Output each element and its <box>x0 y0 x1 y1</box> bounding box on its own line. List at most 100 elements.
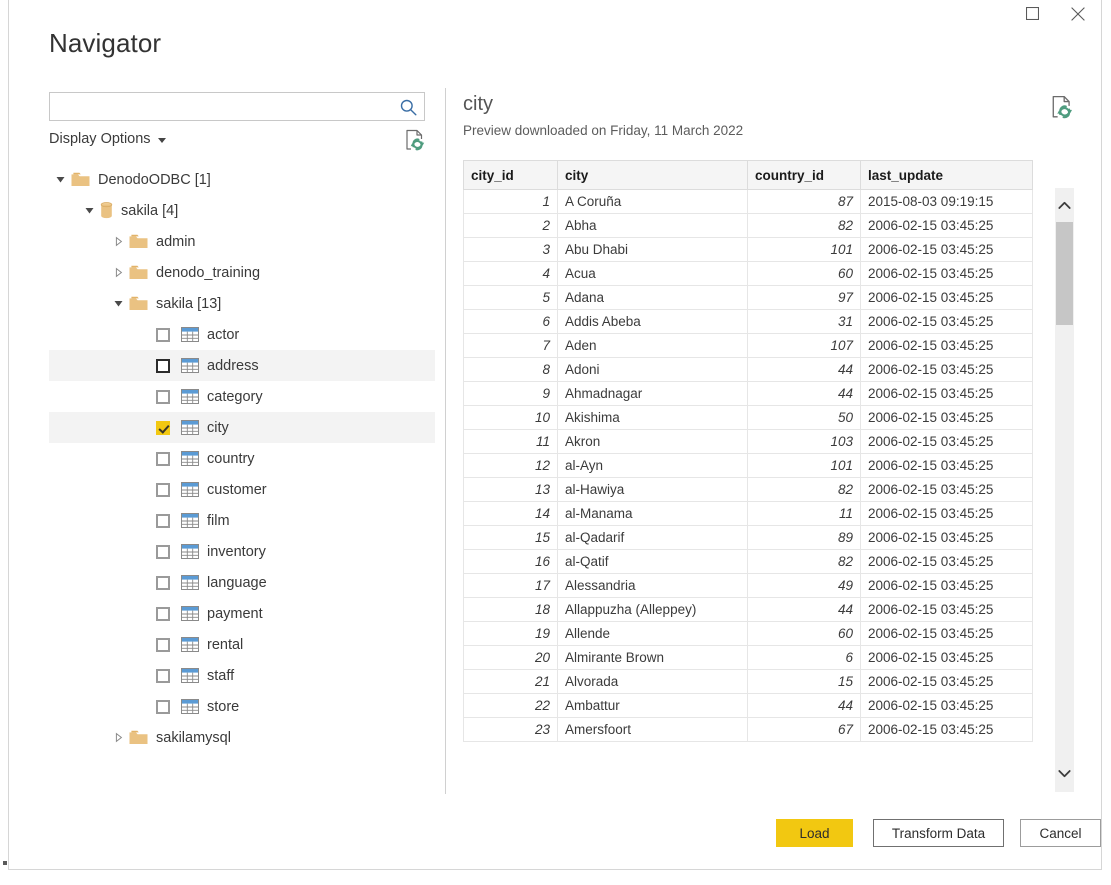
checkbox-customer[interactable] <box>156 483 170 497</box>
table-row[interactable]: 5Adana972006-02-15 03:45:25 <box>464 286 1033 310</box>
page-title: Navigator <box>49 28 161 59</box>
tree-item-city[interactable]: city <box>49 412 435 443</box>
twisty-expanded-icon[interactable] <box>111 298 125 309</box>
scroll-up-button[interactable] <box>1055 196 1074 216</box>
tree-item-country[interactable]: country <box>49 443 435 474</box>
tree-item-rental[interactable]: rental <box>49 629 435 660</box>
close-button[interactable] <box>1055 0 1101 32</box>
tree-item-payment[interactable]: payment <box>49 598 435 629</box>
table-row[interactable]: 16al-Qatif822006-02-15 03:45:25 <box>464 550 1033 574</box>
tree-item-sakila[interactable]: sakila [4] <box>49 195 435 226</box>
table-icon <box>181 699 199 714</box>
tree-item-inventory[interactable]: inventory <box>49 536 435 567</box>
table-row[interactable]: 19Allende602006-02-15 03:45:25 <box>464 622 1033 646</box>
tree-item-customer[interactable]: customer <box>49 474 435 505</box>
preview-pane: city Preview downloaded on Friday, 11 Ma… <box>463 92 1075 792</box>
table-row[interactable]: 7Aden1072006-02-15 03:45:25 <box>464 334 1033 358</box>
checkbox-unchecked-icon[interactable] <box>156 576 170 590</box>
search-input[interactable] <box>50 93 394 120</box>
twisty-collapsed-icon[interactable] <box>111 267 125 278</box>
checkbox-unchecked-icon[interactable] <box>156 700 170 714</box>
checkbox-unchecked-icon[interactable] <box>156 669 170 683</box>
checkbox-unchecked-icon[interactable] <box>156 328 170 342</box>
table-row[interactable]: 21Alvorada152006-02-15 03:45:25 <box>464 670 1033 694</box>
checkbox-address[interactable] <box>156 359 170 373</box>
cancel-button[interactable]: Cancel <box>1020 819 1101 847</box>
tree-item-address[interactable]: address <box>49 350 435 381</box>
transform-data-button[interactable]: Transform Data <box>873 819 1004 847</box>
checkbox-unchecked-icon[interactable] <box>156 359 170 373</box>
tree-item-denodoodbc[interactable]: DenodoODBC [1] <box>49 164 435 195</box>
table-row[interactable]: 14al-Manama112006-02-15 03:45:25 <box>464 502 1033 526</box>
checkbox-unchecked-icon[interactable] <box>156 452 170 466</box>
checkbox-unchecked-icon[interactable] <box>156 638 170 652</box>
preview-vertical-scrollbar[interactable] <box>1055 188 1074 792</box>
checkbox-inventory[interactable] <box>156 545 170 559</box>
checkbox-film[interactable] <box>156 514 170 528</box>
tree-item-category[interactable]: category <box>49 381 435 412</box>
table-row[interactable]: 15al-Qadarif892006-02-15 03:45:25 <box>464 526 1033 550</box>
resize-handle-dot[interactable] <box>3 861 7 865</box>
scrollbar-thumb[interactable] <box>1056 222 1073 325</box>
checkbox-payment[interactable] <box>156 607 170 621</box>
table-row[interactable]: 3Abu Dhabi1012006-02-15 03:45:25 <box>464 238 1033 262</box>
display-options-dropdown[interactable]: Display Options <box>49 131 166 147</box>
column-header-last_update[interactable]: last_update <box>861 161 1033 190</box>
tree-item-denodo_training[interactable]: denodo_training <box>49 257 435 288</box>
twisty-collapsed-icon[interactable] <box>111 236 125 247</box>
checkbox-unchecked-icon[interactable] <box>156 514 170 528</box>
twisty-collapsed-icon[interactable] <box>111 732 125 743</box>
table-row[interactable]: 22Ambattur442006-02-15 03:45:25 <box>464 694 1033 718</box>
twisty-expanded-icon[interactable] <box>82 205 96 216</box>
checkbox-staff[interactable] <box>156 669 170 683</box>
tree-item-admin[interactable]: admin <box>49 226 435 257</box>
cell-country_id: 82 <box>748 214 861 238</box>
checkbox-language[interactable] <box>156 576 170 590</box>
tree-item-actor[interactable]: actor <box>49 319 435 350</box>
table-row[interactable]: 10Akishima502006-02-15 03:45:25 <box>464 406 1033 430</box>
column-header-city_id[interactable]: city_id <box>464 161 558 190</box>
table-row[interactable]: 9Ahmadnagar442006-02-15 03:45:25 <box>464 382 1033 406</box>
table-row[interactable]: 18Allappuzha (Alleppey)442006-02-15 03:4… <box>464 598 1033 622</box>
table-row[interactable]: 6Addis Abeba312006-02-15 03:45:25 <box>464 310 1033 334</box>
checkbox-store[interactable] <box>156 700 170 714</box>
tree-item-film[interactable]: film <box>49 505 435 536</box>
table-row[interactable]: 11Akron1032006-02-15 03:45:25 <box>464 430 1033 454</box>
table-row[interactable]: 2Abha822006-02-15 03:45:25 <box>464 214 1033 238</box>
checkbox-unchecked-icon[interactable] <box>156 607 170 621</box>
tree-item-sakilamysql[interactable]: sakilamysql <box>49 722 435 753</box>
object-tree[interactable]: DenodoODBC [1]sakila [4]admindenodo_trai… <box>49 164 435 784</box>
column-header-country_id[interactable]: country_id <box>748 161 861 190</box>
checkbox-unchecked-icon[interactable] <box>156 483 170 497</box>
table-row[interactable]: 20Almirante Brown62006-02-15 03:45:25 <box>464 646 1033 670</box>
maximize-button[interactable] <box>1009 0 1055 32</box>
tree-item-staff[interactable]: staff <box>49 660 435 691</box>
scroll-down-button[interactable] <box>1055 764 1074 784</box>
load-button[interactable]: Load <box>776 819 853 847</box>
column-header-city[interactable]: city <box>558 161 748 190</box>
tree-item-store[interactable]: store <box>49 691 435 722</box>
checkbox-actor[interactable] <box>156 328 170 342</box>
tree-item-sakila[interactable]: sakila [13] <box>49 288 435 319</box>
table-row[interactable]: 4Acua602006-02-15 03:45:25 <box>464 262 1033 286</box>
tree-item-language[interactable]: language <box>49 567 435 598</box>
table-row[interactable]: 1A Coruña872015-08-03 09:19:15 <box>464 190 1033 214</box>
cell-country_id: 49 <box>748 574 861 598</box>
refresh-document-icon[interactable] <box>1051 95 1073 124</box>
checkbox-country[interactable] <box>156 452 170 466</box>
table-row[interactable]: 12al-Ayn1012006-02-15 03:45:25 <box>464 454 1033 478</box>
checkbox-city[interactable] <box>156 421 170 435</box>
checkbox-unchecked-icon[interactable] <box>156 390 170 404</box>
table-row[interactable]: 8Adoni442006-02-15 03:45:25 <box>464 358 1033 382</box>
checkbox-checked-icon[interactable] <box>156 421 170 435</box>
checkbox-rental[interactable] <box>156 638 170 652</box>
twisty-expanded-icon[interactable] <box>53 174 67 185</box>
table-row[interactable]: 13al-Hawiya822006-02-15 03:45:25 <box>464 478 1033 502</box>
table-row[interactable]: 23Amersfoort672006-02-15 03:45:25 <box>464 718 1033 742</box>
refresh-document-icon[interactable] <box>405 129 425 156</box>
checkbox-unchecked-icon[interactable] <box>156 545 170 559</box>
table-row[interactable]: 17Alessandria492006-02-15 03:45:25 <box>464 574 1033 598</box>
cell-city: al-Ayn <box>558 454 748 478</box>
checkbox-category[interactable] <box>156 390 170 404</box>
search-icon[interactable] <box>396 96 420 118</box>
